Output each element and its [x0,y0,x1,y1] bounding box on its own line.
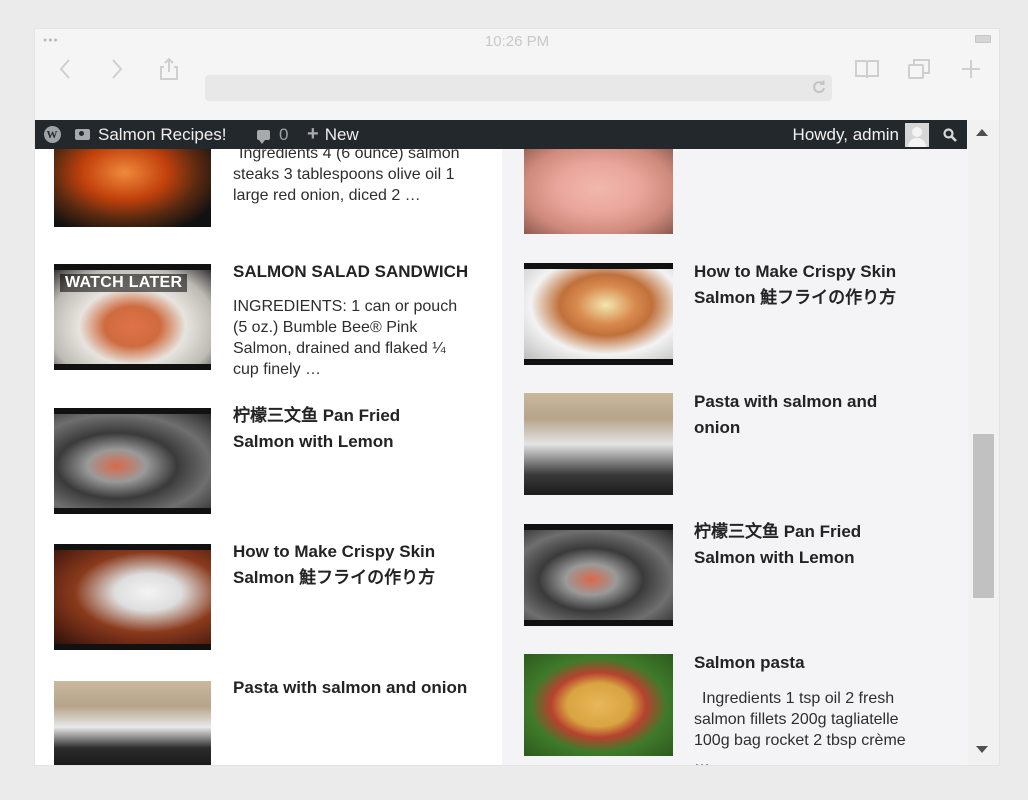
post-thumbnail[interactable] [524,263,673,365]
post-title-link[interactable]: How to Make Crispy Skin Salmon 鮭フライの作り方 [233,539,463,591]
share-icon [160,57,178,80]
plus-icon [962,60,980,78]
tabs-button[interactable] [905,55,933,83]
post-title-link[interactable]: Salmon pasta [694,650,914,676]
post-thumbnail[interactable] [524,524,673,626]
scrollbar[interactable] [968,120,999,765]
avatar[interactable] [905,123,929,147]
post-title-link[interactable]: 柠檬三文鱼 Pan Fried Salmon with Lemon [694,519,924,571]
post-thumbnail[interactable] [524,393,673,495]
post-title-link[interactable]: SALMON SALAD SANDWICH [233,259,493,285]
new-tab-button[interactable] [957,55,985,83]
new-label: New [324,124,359,144]
browser-toolbar [35,51,999,101]
site-name-label: Salmon Recipes! [98,124,227,144]
post-excerpt: Ingredients 4 (6 ounce) salmon steaks 3 … [233,149,460,204]
site-name-menu[interactable]: Salmon Recipes! [75,120,227,149]
post-thumbnail[interactable] [524,149,673,234]
scroll-down-arrow-icon[interactable] [976,746,988,753]
post-thumbnail[interactable] [54,681,211,765]
my-account-menu[interactable]: Howdy, admin [793,120,899,149]
watch-later-overlay[interactable]: WATCH LATER [60,274,188,292]
scrollbar-thumb[interactable] [973,434,994,598]
new-content-menu[interactable]: + New [307,120,359,149]
book-icon [855,60,879,79]
post-excerpt: INGREDIENTS: 1 can or pouch (5 oz.) Bumb… [233,298,458,378]
post-title-link[interactable]: Pasta with salmon and onion [694,389,914,441]
tabs-icon [908,59,930,79]
status-bar: ●●● 10:26 PM [35,29,999,51]
post-thumbnail[interactable] [54,408,211,514]
comments-menu[interactable]: 0 [257,120,288,149]
reload-icon [813,80,825,94]
tablet-frame: ●●● 10:26 PM W Salmon Recipes! 0 + New H… [34,28,1000,766]
status-time: 10:26 PM [484,33,550,50]
chevron-right-icon [112,59,123,79]
post-title-link[interactable]: Pasta with salmon and onion [233,675,493,701]
battery-icon [975,35,991,43]
reload-button[interactable] [812,80,826,94]
scroll-up-arrow-icon[interactable] [976,129,988,136]
post-thumbnail[interactable]: WATCH LATER [54,264,211,370]
post-title-link[interactable]: 柠檬三文鱼 Pan Fried Salmon with Lemon [233,403,463,455]
bookmarks-button[interactable] [853,55,881,83]
share-button[interactable] [155,55,183,83]
comments-count: 0 [279,124,289,144]
post-thumbnail[interactable] [54,149,211,227]
wp-admin-bar: W Salmon Recipes! 0 + New Howdy, admin [35,120,967,149]
comment-icon [257,129,270,144]
wp-logo-menu[interactable]: W [42,120,62,149]
post-excerpt: Ingredients 1 tsp oil 2 fresh salmon fil… [694,690,906,765]
howdy-label: Howdy, admin [792,124,899,144]
address-bar[interactable] [205,75,832,101]
camera-icon [75,129,90,140]
plus-icon: + [307,123,319,145]
chevron-left-icon [59,59,70,79]
post-thumbnail[interactable] [524,654,673,756]
back-button[interactable] [51,55,79,83]
post-thumbnail[interactable] [54,544,211,650]
search-icon [943,127,957,142]
post-list: Ingredients 4 (6 ounce) salmon steaks 3 … [35,149,967,765]
post-title-link[interactable]: How to Make Crispy Skin Salmon 鮭フライの作り方 [694,259,924,311]
admin-search-button[interactable] [939,120,961,149]
forward-button[interactable] [103,55,131,83]
wordpress-logo-icon: W [43,126,61,143]
